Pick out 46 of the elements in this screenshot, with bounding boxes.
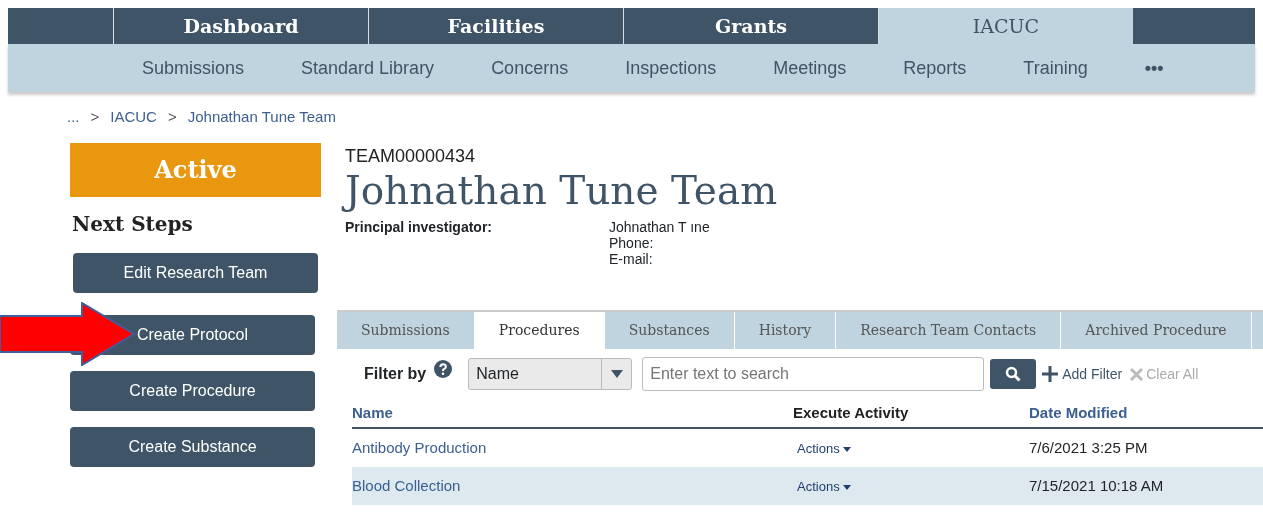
subnav-link[interactable]: Standard Library <box>301 54 463 82</box>
search-icon <box>1005 366 1022 382</box>
column-header[interactable]: Name <box>352 401 793 425</box>
team-id: TEAM00000434 <box>345 145 477 168</box>
actions-dropdown[interactable]: Actions <box>793 438 852 459</box>
caret-icon <box>843 446 852 452</box>
close-icon <box>1130 367 1144 381</box>
breadcrumb-separator: > <box>90 107 100 127</box>
section-heading: Next Steps <box>72 211 194 238</box>
subnav-link[interactable]: Training <box>1023 54 1116 82</box>
breadcrumb-link[interactable]: Johnathan Tune Team <box>187 106 336 129</box>
subnav-link[interactable]: Submissions <box>142 54 273 82</box>
more-menu[interactable]: ••• <box>1144 54 1192 82</box>
search-field[interactable]: Enter text to search <box>642 357 985 391</box>
search-button[interactable] <box>990 359 1037 389</box>
actions-dropdown[interactable]: Actions <box>793 476 852 497</box>
field-label: Phone: <box>609 234 655 251</box>
subnav-link[interactable]: Meetings <box>773 54 875 82</box>
tab[interactable]: Procedures <box>474 312 605 349</box>
field-label: Principal investigator: <box>345 218 494 237</box>
date-cell: 7/15/2021 10:18 AM <box>1029 476 1164 494</box>
breadcrumb-link[interactable]: ... <box>67 106 80 129</box>
column-header[interactable]: Date Modified <box>1029 401 1263 425</box>
action-button[interactable]: Create Procedure <box>70 371 315 411</box>
subnav-link[interactable]: Concerns <box>491 54 597 82</box>
breadcrumb-separator: > <box>167 107 177 127</box>
subnav-link[interactable]: Reports <box>903 54 995 82</box>
breadcrumb-link[interactable]: IACUC <box>110 106 157 129</box>
add-filter-button[interactable]: Add Filter <box>1041 363 1123 385</box>
select-field[interactable]: Name <box>468 358 633 390</box>
date-cell: 7/6/2021 3:25 PM <box>1029 438 1148 456</box>
nav-tab[interactable]: IACUC <box>878 8 1133 44</box>
status-banner: Active <box>70 143 321 197</box>
filter-label: Filter by <box>364 364 427 384</box>
action-button[interactable]: Create Substance <box>70 427 315 467</box>
column-header: Execute Activity <box>793 402 910 423</box>
help-icon[interactable] <box>434 360 453 378</box>
procedure-link[interactable]: Blood Collection <box>352 476 461 494</box>
plus-icon <box>1041 365 1060 383</box>
field-value: Johnathan T ıne <box>609 218 711 235</box>
field-label: E-mail: <box>609 250 654 267</box>
caret-icon <box>843 484 852 490</box>
action-button[interactable]: Edit Research Team <box>73 253 318 293</box>
caret-icon <box>610 370 623 378</box>
procedure-link[interactable]: Antibody Production <box>352 438 487 456</box>
subnav-link[interactable]: Inspections <box>625 54 745 82</box>
